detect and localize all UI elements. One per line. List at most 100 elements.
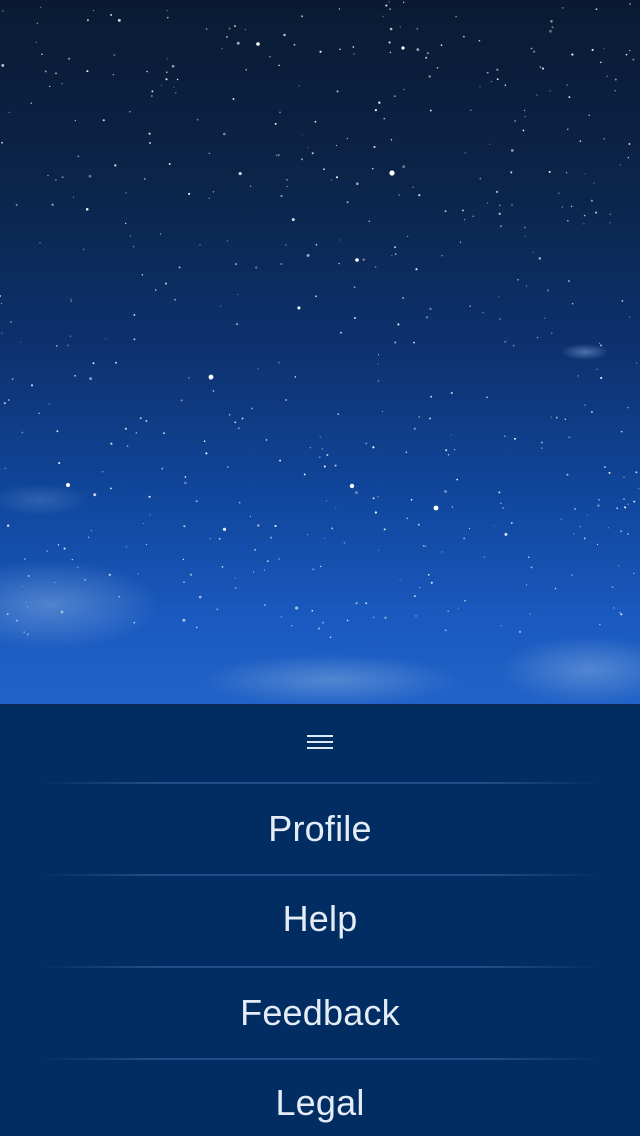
star bbox=[547, 289, 549, 292]
star bbox=[608, 471, 611, 474]
star bbox=[234, 262, 238, 266]
star bbox=[388, 1, 390, 3]
star bbox=[209, 538, 211, 540]
star bbox=[110, 487, 112, 490]
star bbox=[1, 63, 5, 67]
star bbox=[451, 506, 454, 508]
star bbox=[323, 465, 326, 468]
star bbox=[571, 53, 574, 56]
star bbox=[171, 64, 175, 68]
menu-item-legal[interactable]: Legal bbox=[0, 1058, 640, 1136]
star bbox=[372, 616, 375, 619]
star bbox=[234, 577, 236, 579]
star bbox=[623, 476, 625, 478]
star bbox=[489, 143, 491, 145]
star bbox=[584, 404, 586, 406]
star bbox=[274, 122, 277, 125]
star bbox=[416, 48, 420, 52]
star bbox=[478, 39, 481, 42]
star bbox=[137, 573, 139, 575]
star bbox=[573, 533, 575, 535]
menu-item-feedback[interactable]: Feedback bbox=[0, 968, 640, 1058]
star bbox=[429, 417, 432, 420]
star bbox=[234, 25, 236, 28]
star bbox=[638, 488, 640, 490]
star bbox=[1, 141, 3, 144]
star bbox=[312, 568, 315, 571]
star bbox=[8, 111, 11, 114]
star bbox=[550, 416, 552, 418]
hamburger-bar bbox=[307, 735, 333, 737]
star bbox=[362, 258, 365, 261]
star bbox=[510, 171, 513, 174]
star bbox=[479, 177, 482, 180]
star bbox=[165, 78, 168, 81]
star bbox=[536, 336, 539, 339]
star bbox=[41, 53, 43, 55]
star bbox=[335, 144, 337, 147]
star bbox=[621, 300, 624, 302]
star bbox=[184, 476, 187, 478]
hamburger-icon[interactable] bbox=[300, 724, 340, 760]
star bbox=[498, 296, 500, 298]
star bbox=[178, 266, 181, 269]
app-screen: Profile Help Feedback Legal bbox=[0, 0, 640, 1136]
star bbox=[236, 41, 240, 45]
star bbox=[430, 395, 433, 398]
star bbox=[595, 8, 598, 11]
star bbox=[135, 432, 137, 434]
star bbox=[560, 518, 562, 520]
star bbox=[203, 440, 206, 443]
star bbox=[129, 235, 132, 237]
star bbox=[56, 430, 59, 433]
star bbox=[149, 514, 151, 516]
star bbox=[479, 85, 481, 88]
star bbox=[249, 185, 252, 187]
star bbox=[606, 75, 608, 77]
menu-panel: Profile Help Feedback Legal bbox=[0, 706, 640, 1136]
star bbox=[571, 303, 574, 305]
star bbox=[429, 109, 432, 112]
star bbox=[567, 279, 571, 283]
star bbox=[324, 537, 326, 540]
star bbox=[334, 464, 337, 467]
star bbox=[238, 501, 241, 504]
star bbox=[493, 525, 495, 527]
star bbox=[306, 253, 310, 257]
star bbox=[620, 530, 623, 533]
star bbox=[579, 525, 582, 528]
star bbox=[139, 417, 142, 420]
star bbox=[453, 449, 456, 451]
star bbox=[406, 517, 409, 520]
star bbox=[293, 43, 296, 46]
star bbox=[611, 586, 614, 588]
star bbox=[429, 307, 432, 311]
star bbox=[399, 579, 401, 581]
star bbox=[632, 58, 635, 61]
star bbox=[462, 35, 465, 38]
star bbox=[549, 90, 551, 92]
star bbox=[311, 609, 314, 612]
star bbox=[417, 523, 420, 526]
star bbox=[338, 262, 340, 265]
bright-star bbox=[256, 42, 260, 46]
star bbox=[270, 536, 273, 539]
star bbox=[444, 490, 447, 493]
star bbox=[413, 427, 416, 430]
star bbox=[377, 496, 379, 498]
menu-item-profile[interactable]: Profile bbox=[0, 784, 640, 874]
star bbox=[237, 427, 240, 430]
star bbox=[257, 524, 260, 527]
star bbox=[583, 223, 585, 225]
star bbox=[444, 210, 447, 213]
star bbox=[413, 341, 415, 344]
star bbox=[498, 212, 501, 215]
star bbox=[510, 149, 514, 152]
star bbox=[353, 53, 355, 55]
star bbox=[469, 305, 471, 307]
star bbox=[307, 147, 309, 149]
star bbox=[524, 235, 526, 237]
star bbox=[24, 558, 26, 560]
menu-item-help[interactable]: Help bbox=[0, 874, 640, 964]
star bbox=[468, 528, 471, 530]
